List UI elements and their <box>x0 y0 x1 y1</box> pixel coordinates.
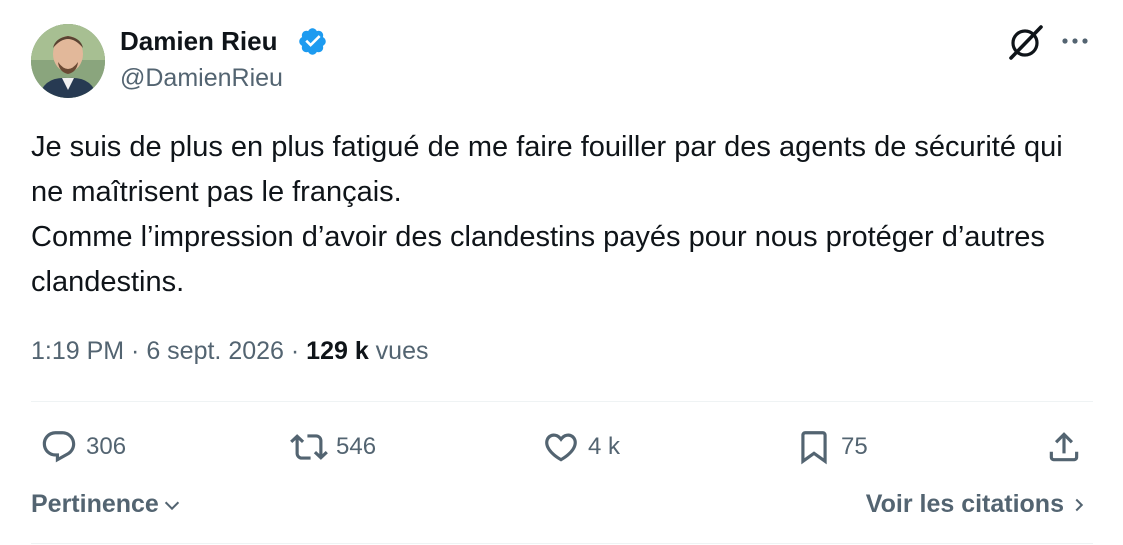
divider <box>31 401 1093 402</box>
bookmark-count: 75 <box>841 433 868 460</box>
sort-label: Pertinence <box>31 490 159 518</box>
repost-count: 546 <box>336 433 377 460</box>
repost-icon <box>290 434 328 460</box>
meta-separator: · <box>124 337 147 365</box>
tweet-time[interactable]: 1:19 PM <box>31 337 124 365</box>
view-quotes-link[interactable]: Voir les citations <box>866 490 1088 519</box>
views-label: vues <box>368 337 429 365</box>
avatar-image <box>31 24 105 98</box>
reply-button[interactable]: 306 <box>40 425 126 469</box>
author-handle[interactable]: @DamienRieu <box>120 64 283 93</box>
sort-dropdown[interactable]: Pertinence <box>31 490 183 519</box>
tweet-text: Je suis de plus en plus fatigué de me fa… <box>31 131 1063 298</box>
tweet-meta: 1:19 PM · 6 sept. 2026 · 129 k vues <box>31 337 429 366</box>
share-icon <box>1049 432 1079 462</box>
quotes-label: Voir les citations <box>865 490 1064 518</box>
tweet-date[interactable]: 6 sept. 2026 <box>146 337 284 365</box>
grok-icon[interactable] <box>1005 22 1045 62</box>
chevron-down-icon <box>164 501 179 510</box>
author-name[interactable]: Damien Rieu <box>120 26 278 57</box>
divider <box>31 543 1093 544</box>
verified-badge-icon <box>297 26 328 57</box>
bookmark-button[interactable]: 75 <box>795 425 868 469</box>
more-icon[interactable] <box>1058 28 1092 54</box>
like-button[interactable]: 4 k <box>542 425 620 469</box>
reply-count: 306 <box>86 433 127 460</box>
reply-icon <box>42 431 76 463</box>
chevron-right-icon <box>1075 498 1084 511</box>
author-avatar[interactable] <box>31 24 105 98</box>
like-icon <box>545 433 577 462</box>
views-count: 129 k <box>306 337 369 365</box>
like-count: 4 k <box>588 433 621 460</box>
bookmark-icon <box>801 431 827 465</box>
share-button[interactable] <box>1045 425 1083 469</box>
meta-separator: · <box>283 337 307 365</box>
repost-button[interactable]: 546 <box>290 425 376 469</box>
